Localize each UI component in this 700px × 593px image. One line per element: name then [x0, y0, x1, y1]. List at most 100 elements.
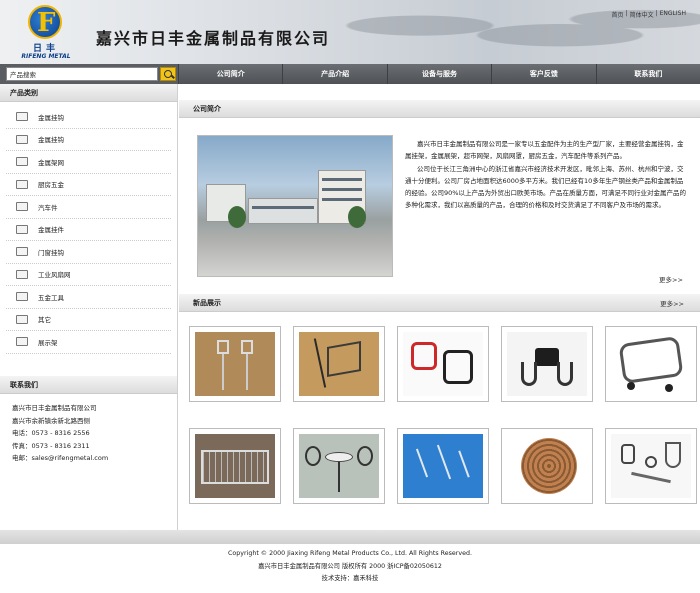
copyright-text: Copyright © 2000 Jiaxing Rifeng Metal Pr…: [228, 550, 472, 557]
bracket-hook-icon: [507, 332, 587, 396]
about-heading: 公司简介: [179, 100, 700, 118]
product-card[interactable]: [397, 428, 489, 504]
folder-icon: [16, 157, 28, 167]
category-item[interactable]: 厨房五金: [6, 174, 171, 196]
product-card[interactable]: [605, 428, 697, 504]
main-content: 公司简介 嘉兴市日丰金属制品有限公司是一家专以五金配件为主的生产型厂家，主要经营…: [179, 84, 700, 530]
search-box: [6, 67, 176, 81]
contact-fax: 传真：0573 - 8316 2311: [12, 441, 90, 450]
nav-about[interactable]: 公司简介: [178, 64, 283, 84]
left-sidebar: 产品类别 金属挂钩 金属挂钩 金属架网 厨房五金 汽车件 金属挂件 门窗挂钩 工…: [0, 84, 178, 530]
category-label: 金属挂件: [38, 226, 64, 235]
category-label: 金属挂钩: [38, 113, 64, 122]
wire-cart-icon: [611, 332, 691, 396]
folder-icon: [16, 314, 28, 324]
link-separator: |: [625, 10, 628, 17]
hook-pair-icon: [195, 332, 275, 396]
category-label: 门窗挂钩: [38, 248, 64, 257]
site-footer: Copyright © 2000 Jiaxing Rifeng Metal Pr…: [0, 548, 700, 586]
contact-company: 嘉兴市日丰金属制品有限公司: [12, 404, 97, 412]
folder-icon: [16, 179, 28, 189]
category-label: 厨房五金: [38, 181, 64, 190]
tech-support-text[interactable]: 技术支持：嘉禾科技: [0, 573, 700, 586]
wire-basket-icon: [195, 434, 275, 498]
product-card[interactable]: [189, 326, 281, 402]
red-black-hooks-icon: [403, 332, 483, 396]
category-item[interactable]: 工业风扇网: [6, 264, 171, 286]
wire-rack-icon: [299, 332, 379, 396]
product-card[interactable]: [501, 428, 593, 504]
category-item[interactable]: 五金工具: [6, 286, 171, 309]
category-item[interactable]: 金属挂钩: [6, 106, 171, 129]
category-list: 金属挂钩 金属挂钩 金属架网 厨房五金 汽车件 金属挂件 门窗挂钩 工业风扇网 …: [0, 102, 177, 354]
category-item[interactable]: 展示架: [6, 331, 171, 354]
category-item[interactable]: 其它: [6, 309, 171, 331]
folder-icon: [16, 224, 28, 234]
contact-info: 嘉兴市日丰金属制品有限公司 嘉兴市余新镇余新北路西侧 电话：0573 - 831…: [12, 402, 108, 465]
category-item[interactable]: 金属挂件: [6, 219, 171, 241]
product-card[interactable]: [189, 428, 281, 504]
main-navigation-bar: 公司简介 产品介绍 设备与服务 客户反馈 联系我们: [0, 64, 700, 84]
folder-icon: [16, 247, 28, 257]
category-label: 汽车件: [38, 203, 58, 212]
category-label: 展示架: [38, 338, 58, 347]
chinese-link[interactable]: 简体中文: [630, 10, 654, 19]
about-more-link[interactable]: 更多>>: [659, 274, 683, 284]
folder-icon: [16, 292, 28, 302]
category-label: 五金工具: [38, 293, 64, 302]
logo-mark-icon: F: [28, 5, 62, 39]
about-paragraph: 公司位于长江三角洲中心的浙江省嘉兴市经济技术开发区，毗邻上海、苏州、杭州和宁波，…: [405, 164, 686, 210]
category-heading: 产品类别: [0, 84, 177, 102]
company-logo[interactable]: F 日丰 RIFENG METAL: [4, 3, 86, 61]
product-card[interactable]: [605, 326, 697, 402]
nav-menu: 公司简介 产品介绍 设备与服务 客户反馈 联系我们: [178, 64, 700, 84]
about-paragraph: 嘉兴市日丰金属制品有限公司是一家专以五金配件为主的生产型厂家，主要经营金属挂钩，…: [405, 140, 684, 161]
nav-feedback[interactable]: 客户反馈: [491, 64, 596, 84]
folder-icon: [16, 337, 28, 347]
folder-icon: [16, 202, 28, 212]
contact-heading: 联系我们: [0, 376, 177, 394]
product-card[interactable]: [501, 326, 593, 402]
contact-email[interactable]: 电邮：sales@rifengmetal.com: [12, 452, 108, 465]
products-more-link[interactable]: 更多>>: [660, 298, 684, 308]
footer-band: [0, 530, 700, 544]
category-item[interactable]: 门窗挂钩: [6, 241, 171, 264]
product-card[interactable]: [397, 326, 489, 402]
product-card[interactable]: [293, 428, 385, 504]
bistro-chairs-icon: [299, 434, 379, 498]
copyright-cn-text: 嘉兴市日丰金属制品有限公司 版权所有 2000 浙ICP备02050612: [258, 562, 442, 570]
top-links: 首页 | 简体中文 | ENGLISH: [612, 10, 686, 19]
contact-address: 嘉兴市余新镇余新北路西侧: [12, 416, 90, 425]
contact-phone: 电话：0573 - 8316 2556: [12, 429, 90, 437]
category-item[interactable]: 金属架网: [6, 151, 171, 174]
category-label: 金属架网: [38, 158, 64, 167]
category-label: 金属挂钩: [38, 136, 64, 145]
product-card[interactable]: [293, 326, 385, 402]
category-item[interactable]: 汽车件: [6, 196, 171, 219]
site-header: F 日丰 RIFENG METAL 嘉兴市日丰金属制品有限公司 首页 | 简体中…: [0, 0, 700, 64]
category-item[interactable]: 金属挂钩: [6, 129, 171, 151]
new-products-title: 新品展示: [193, 298, 221, 307]
hardware-parts-icon: [611, 434, 691, 498]
english-link[interactable]: ENGLISH: [660, 10, 686, 19]
folder-icon: [16, 269, 28, 279]
nav-contact[interactable]: 联系我们: [595, 64, 700, 84]
link-separator: |: [655, 10, 658, 17]
company-name-title: 嘉兴市日丰金属制品有限公司: [96, 29, 331, 48]
new-products-heading: 新品展示 更多>>: [179, 294, 700, 312]
search-input[interactable]: [6, 67, 158, 81]
pegboard-hooks-icon: [403, 434, 483, 498]
folder-icon: [16, 112, 28, 122]
home-link[interactable]: 首页: [612, 10, 624, 19]
fan-guard-icon: [507, 434, 587, 498]
logo-english-text: RIFENG METAL: [21, 53, 71, 60]
folder-icon: [16, 134, 28, 144]
about-title: 公司简介: [193, 104, 221, 113]
category-label: 工业风扇网: [38, 271, 71, 280]
search-icon[interactable]: [160, 67, 176, 81]
factory-photo: [197, 135, 393, 277]
category-label: 其它: [38, 316, 51, 325]
about-text: 嘉兴市日丰金属制品有限公司是一家专以五金配件为主的生产型厂家，主要经营金属挂钩，…: [405, 138, 689, 212]
nav-products[interactable]: 产品介绍: [282, 64, 387, 84]
nav-equipment[interactable]: 设备与服务: [386, 64, 492, 84]
